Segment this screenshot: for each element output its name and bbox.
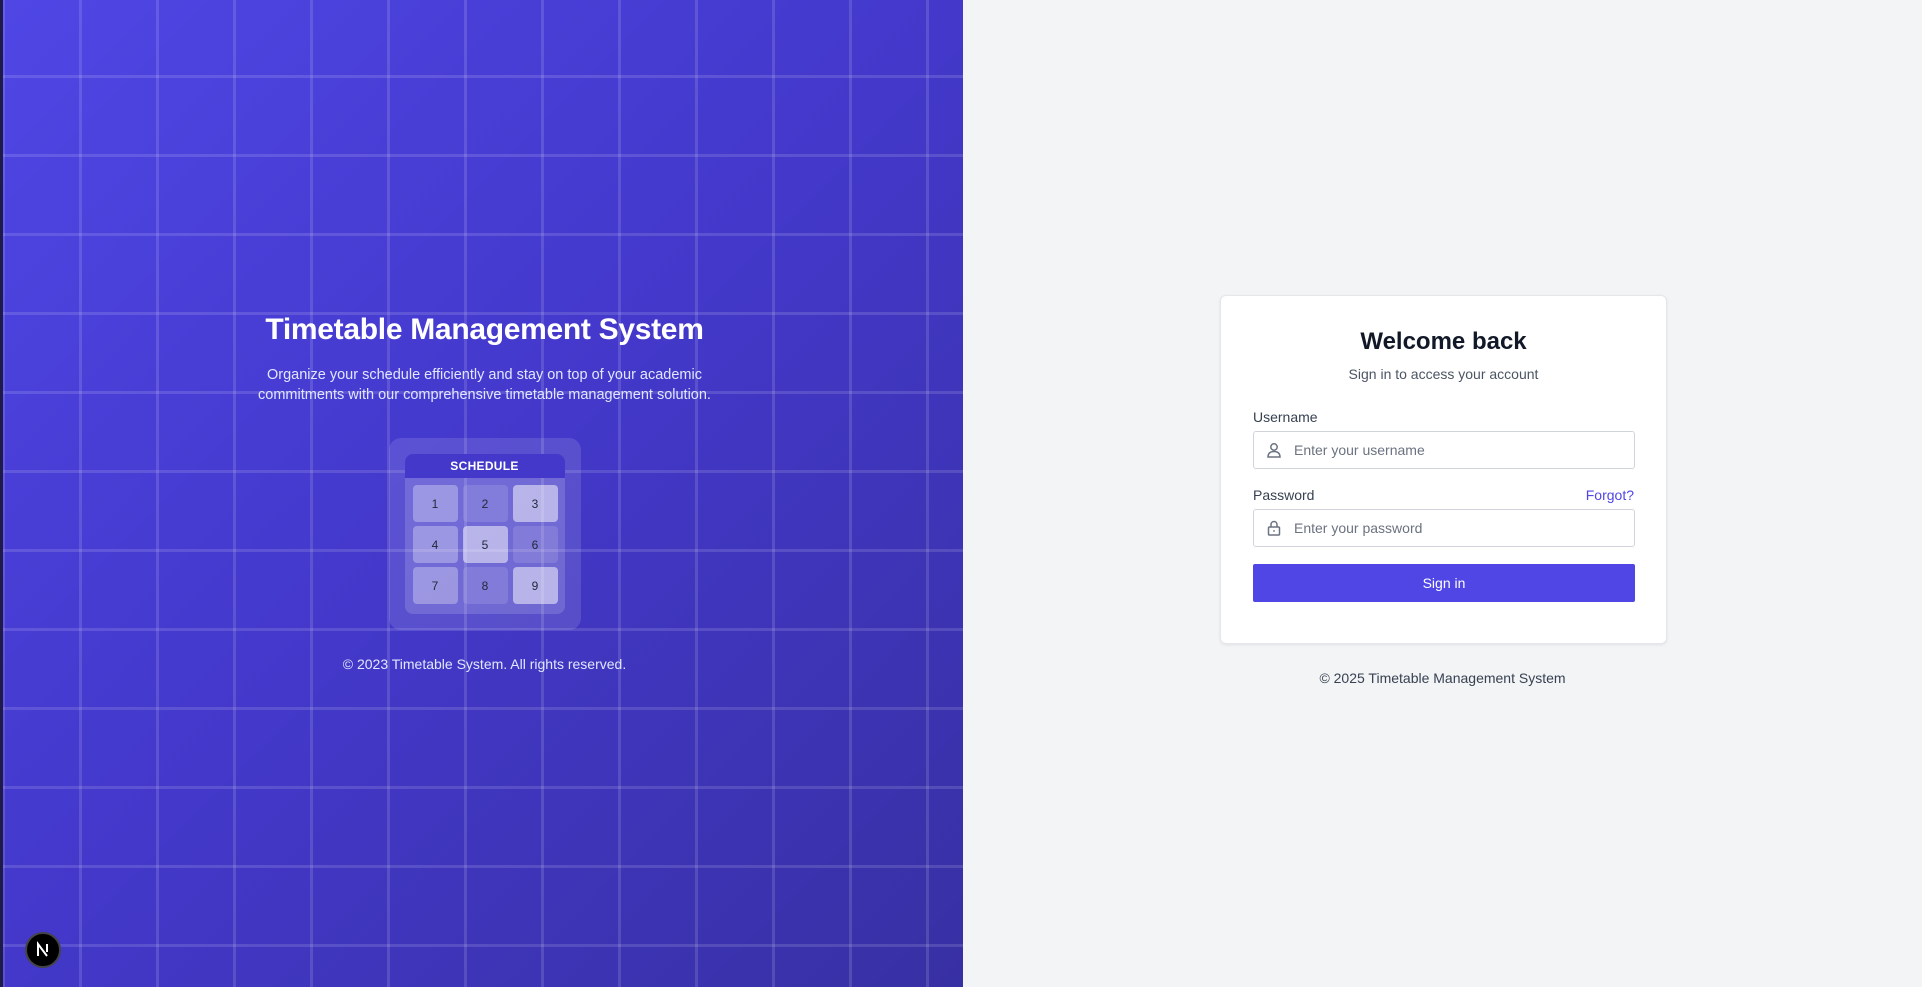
lock-icon xyxy=(1265,519,1283,537)
user-icon xyxy=(1265,441,1283,459)
login-subtitle: Sign in to access your account xyxy=(1348,366,1539,382)
schedule-calendar: SCHEDULE 1 2 3 4 5 6 7 8 9 xyxy=(404,454,565,614)
schedule-cell: 5 xyxy=(462,526,508,563)
schedule-cell: 4 xyxy=(412,526,458,563)
schedule-cell: 7 xyxy=(412,567,458,604)
schedule-cell: 2 xyxy=(462,485,508,522)
nextjs-logo-icon[interactable] xyxy=(25,932,61,968)
schedule-grid: 1 2 3 4 5 6 7 8 9 xyxy=(405,478,565,611)
brand-description: Organize your schedule efficiently and s… xyxy=(258,367,711,403)
login-card: Welcome back Sign in to access your acco… xyxy=(1220,295,1667,644)
username-label: Username xyxy=(1253,409,1318,425)
brand-title: Timetable Management System xyxy=(265,313,704,346)
branding-content: Timetable Management System Organize you… xyxy=(3,310,963,672)
password-label: Password xyxy=(1253,487,1315,503)
schedule-cell: 3 xyxy=(512,485,558,522)
login-panel: Welcome back Sign in to access your acco… xyxy=(963,0,1922,987)
schedule-cell: 8 xyxy=(462,567,508,604)
login-title: Welcome back xyxy=(1360,328,1527,355)
password-field[interactable] xyxy=(1253,509,1635,547)
username-field[interactable] xyxy=(1253,431,1635,469)
sign-in-button[interactable]: Sign in xyxy=(1253,564,1635,602)
schedule-cell: 6 xyxy=(512,526,558,563)
schedule-illustration: SCHEDULE 1 2 3 4 5 6 7 8 9 xyxy=(388,438,581,630)
password-input[interactable] xyxy=(1294,510,1624,546)
login-copyright: © 2025 Timetable Management System xyxy=(1319,670,1566,686)
schedule-header: SCHEDULE xyxy=(404,454,565,478)
schedule-cell: 1 xyxy=(412,485,458,522)
forgot-password-link[interactable]: Forgot? xyxy=(1586,487,1634,503)
brand-copyright: © 2023 Timetable System. All rights rese… xyxy=(342,656,627,672)
branding-panel: Timetable Management System Organize you… xyxy=(0,0,963,987)
username-input[interactable] xyxy=(1294,432,1624,468)
schedule-cell: 9 xyxy=(512,567,558,604)
